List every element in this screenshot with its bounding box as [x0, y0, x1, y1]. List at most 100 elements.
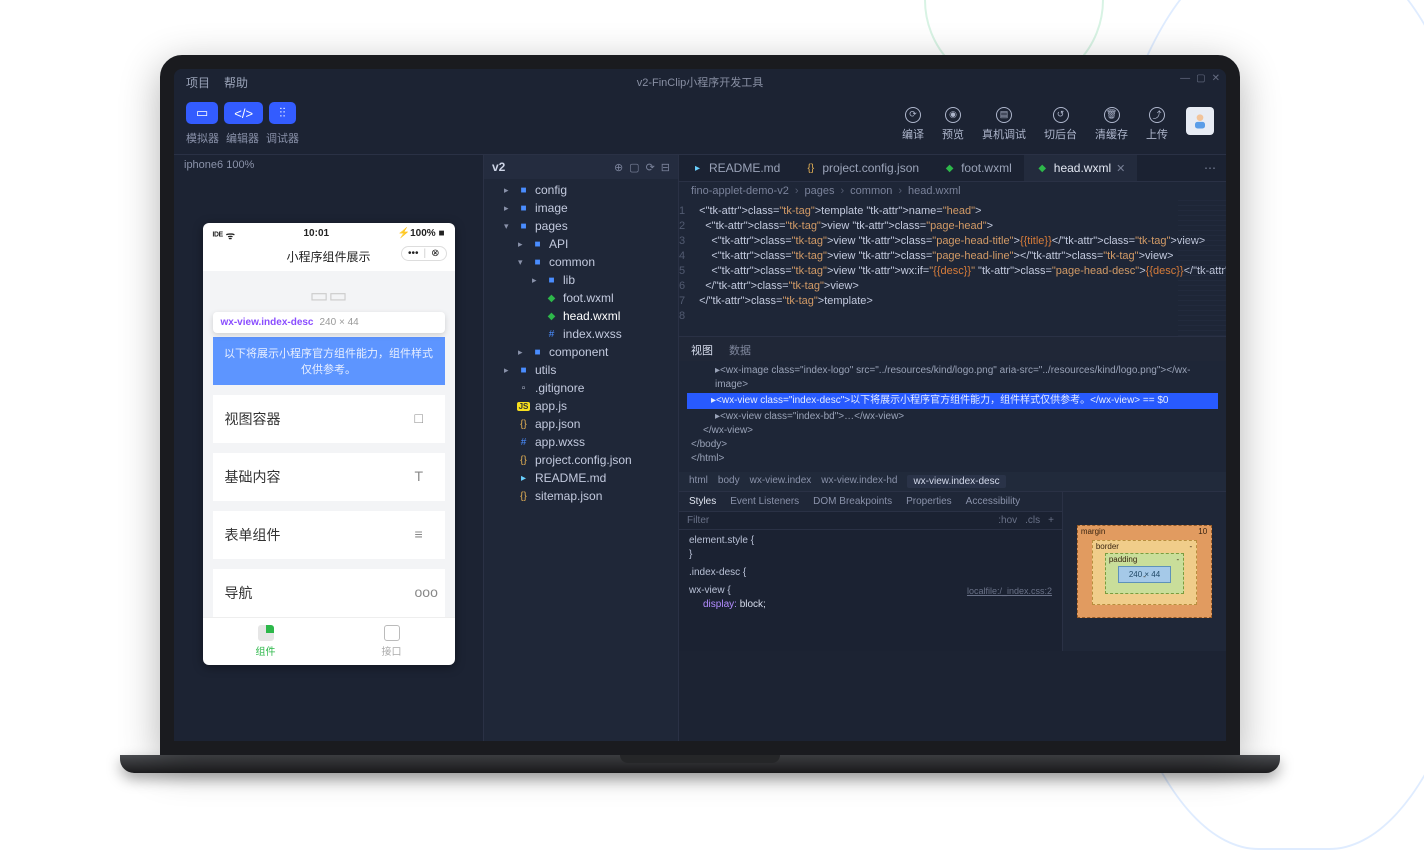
inspect-tooltip: wx-view.index-desc 240 × 44 — [213, 312, 445, 333]
crumb[interactable]: fino-applet-demo-v2 — [691, 185, 789, 197]
file-component[interactable]: ▸■component — [484, 343, 678, 361]
file-utils[interactable]: ▸■utils — [484, 361, 678, 379]
mode-editor-label: 编辑器 — [226, 130, 259, 146]
api-icon — [384, 625, 400, 641]
window-title: v2-FinClip小程序开发工具 — [637, 74, 764, 90]
editor-tab[interactable]: ◆foot.wxml — [931, 155, 1024, 181]
elements-tab-wxml[interactable]: 视图 — [691, 342, 713, 358]
toolbar-clear[interactable]: 🗑清缓存 — [1095, 107, 1128, 142]
mode-editor[interactable]: </> — [224, 102, 263, 124]
capsule-more-icon[interactable]: ••• — [408, 248, 419, 259]
page-title: 小程序组件展示 — [286, 250, 370, 264]
capsule-close-icon[interactable]: ⊗ — [431, 248, 439, 259]
dom-crumb-item[interactable]: body — [718, 475, 740, 488]
editor-tab[interactable]: {}project.config.json — [792, 155, 931, 181]
dom-crumb-item[interactable]: wx-view.index-hd — [821, 475, 897, 488]
selected-element[interactable]: 以下将展示小程序官方组件能力，组件样式仅供参考。 — [213, 337, 445, 385]
menu-item[interactable]: 表单组件≡ — [213, 511, 445, 559]
styles-filter-input[interactable]: Filter — [687, 515, 709, 526]
tab-api[interactable]: 接口 — [329, 618, 455, 665]
menu-item[interactable]: 基础内容T — [213, 453, 445, 501]
file-head.wxml[interactable]: ◆head.wxml — [484, 307, 678, 325]
crumb[interactable]: pages — [805, 185, 835, 197]
editor-tab[interactable]: ◆head.wxml✕ — [1024, 155, 1138, 181]
max-icon[interactable]: ▢ — [1196, 73, 1205, 84]
styles-rules: element.style {} .index-desc {</span></di… — [679, 530, 1062, 620]
toolbar-back[interactable]: ↺切后台 — [1044, 107, 1077, 142]
toolbar-compile[interactable]: ⟳编译 — [902, 107, 924, 142]
styles-tab[interactable]: DOM Breakpoints — [813, 496, 892, 507]
styles-tab[interactable]: Properties — [906, 496, 952, 507]
tabs-more-icon[interactable]: ⋯ — [1194, 161, 1226, 175]
css-rule[interactable]: element.style {} — [689, 534, 1052, 562]
refresh-icon[interactable]: ⟳ — [646, 161, 655, 174]
styles-tabs: Styles Event Listeners DOM Breakpoints Prop… — [679, 492, 1062, 511]
file-.gitignore[interactable]: ▫.gitignore — [484, 379, 678, 397]
new-folder-icon[interactable]: ▢ — [629, 161, 639, 174]
toolbar-remote[interactable]: ▤真机调试 — [982, 107, 1026, 142]
file-foot.wxml[interactable]: ◆foot.wxml — [484, 289, 678, 307]
file-README.md[interactable]: ▸README.md — [484, 469, 678, 487]
laptop-frame: 项目 帮助 v2-FinClip小程序开发工具 — ▢ ✕ ▭ </> ⫶⫶ 模… — [160, 55, 1240, 763]
menu-item[interactable]: 视图容器□ — [213, 395, 445, 443]
simulator-device-info[interactable]: iphone6 100% — [174, 155, 483, 175]
styles-tab[interactable]: Accessibility — [966, 496, 1020, 507]
dom-crumb-item[interactable]: wx-view.index-desc — [907, 475, 1005, 488]
status-signal: ᴵᴰᴱ ᯤ — [213, 228, 235, 242]
editor-tab[interactable]: ▸README.md — [679, 155, 792, 181]
hov-toggle[interactable]: :hov — [998, 515, 1017, 526]
file-API[interactable]: ▸■API — [484, 235, 678, 253]
explorer-root[interactable]: v2 — [492, 160, 505, 174]
minimap[interactable] — [1178, 200, 1226, 336]
mode-simulator[interactable]: ▭ — [186, 102, 218, 124]
mode-debugger[interactable]: ⫶⫶ — [269, 102, 296, 124]
editor-column: ▸README.md{}project.config.json◆foot.wxm… — [679, 155, 1226, 741]
crumb[interactable]: head.wxml — [908, 185, 961, 197]
elements-tab-json[interactable]: 数据 — [729, 342, 751, 358]
file-config[interactable]: ▸■config — [484, 181, 678, 199]
cls-toggle[interactable]: .cls — [1025, 515, 1040, 526]
css-rule[interactable]: .index-desc {</span></div><div class="cs… — [689, 566, 1052, 580]
preview-icon: ◉ — [945, 107, 961, 123]
add-rule-icon[interactable]: + — [1048, 515, 1054, 526]
menu-help[interactable]: 帮助 — [224, 74, 248, 91]
collapse-icon[interactable]: ⊟ — [661, 161, 670, 174]
css-rule[interactable]: wx-view {localfile:/_index.css:2display:… — [689, 584, 1052, 612]
styles-tab[interactable]: Event Listeners — [730, 496, 799, 507]
tab-component[interactable]: 组件 — [203, 618, 329, 665]
capsule-buttons[interactable]: ••• | ⊗ — [401, 246, 447, 261]
user-avatar[interactable] — [1186, 107, 1214, 135]
avatar-icon — [1190, 111, 1210, 131]
min-icon[interactable]: — — [1180, 73, 1190, 84]
menu-project[interactable]: 项目 — [186, 74, 210, 91]
file-project.config.json[interactable]: {}project.config.json — [484, 451, 678, 469]
file-common[interactable]: ▾■common — [484, 253, 678, 271]
status-time: 10:01 — [304, 228, 330, 242]
file-index.wxss[interactable]: #index.wxss — [484, 325, 678, 343]
file-app.js[interactable]: JSapp.js — [484, 397, 678, 415]
toolbar-upload[interactable]: ⤴上传 — [1146, 107, 1168, 142]
toolbar-preview[interactable]: ◉预览 — [942, 107, 964, 142]
close-icon[interactable]: ✕ — [1212, 73, 1220, 84]
camera-dot — [697, 61, 703, 67]
crumb[interactable]: common — [850, 185, 892, 197]
file-pages[interactable]: ▾■pages — [484, 217, 678, 235]
file-explorer: v2 ⊕ ▢ ⟳ ⊟ ▸■config▸■image▾■pages▸■API▾■… — [484, 155, 679, 741]
file-sitemap.json[interactable]: {}sitemap.json — [484, 487, 678, 505]
dom-selected-row[interactable]: ▸<wx-view class="index-desc">以下将展示小程序官方组… — [687, 393, 1218, 409]
styles-tab[interactable]: Styles — [689, 496, 716, 507]
file-app.json[interactable]: {}app.json — [484, 415, 678, 433]
dom-crumb-item[interactable]: wx-view.index — [750, 475, 812, 488]
file-lib[interactable]: ▸■lib — [484, 271, 678, 289]
status-battery: ⚡100% ■ — [398, 228, 445, 242]
menu-item[interactable]: 导航ooo — [213, 569, 445, 617]
logo-placeholder: ▭▭ — [213, 279, 445, 312]
dom-tree[interactable]: ▸<wx-image class="index-logo" src="../re… — [679, 361, 1226, 472]
file-image[interactable]: ▸■image — [484, 199, 678, 217]
dom-crumb-item[interactable]: html — [689, 475, 708, 488]
new-file-icon[interactable]: ⊕ — [614, 161, 623, 174]
code-editor[interactable]: 12345678 <"tk-attr">class="tk-tag">templ… — [679, 200, 1226, 336]
mode-debugger-label: 调试器 — [266, 130, 299, 146]
file-app.wxss[interactable]: #app.wxss — [484, 433, 678, 451]
component-icon — [258, 625, 274, 641]
